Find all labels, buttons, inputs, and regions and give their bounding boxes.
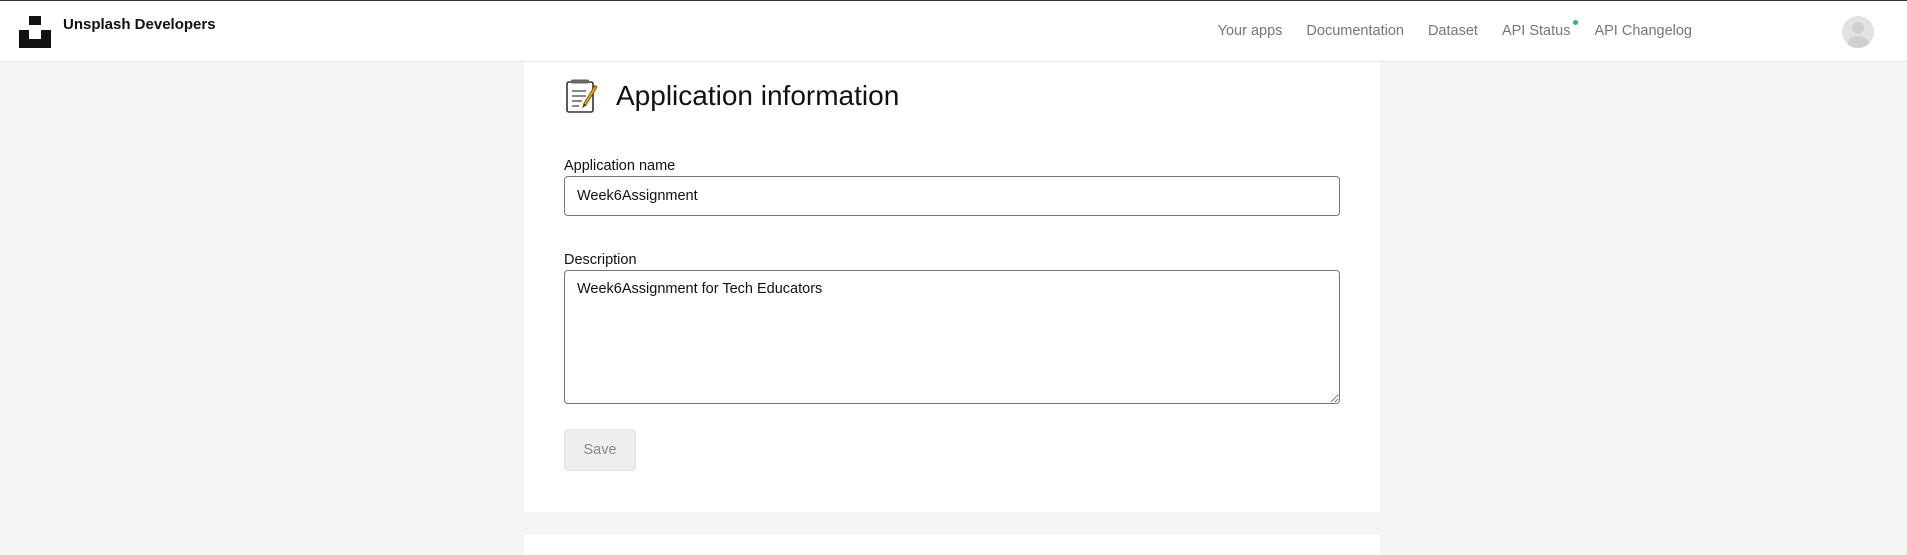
avatar-head-shape: [1852, 22, 1864, 34]
status-indicator-dot: [1573, 20, 1579, 25]
top-header: Unsplash Developers Your apps Documentat…: [0, 0, 1907, 62]
description-label: Description: [564, 252, 637, 268]
user-avatar[interactable]: [1842, 16, 1874, 48]
application-info-card: Application information Application name…: [524, 40, 1380, 512]
app-name-input[interactable]: [564, 176, 1340, 216]
unsplash-logo-icon: [19, 15, 51, 48]
avatar-body-shape: [1847, 36, 1869, 48]
brand-name: Unsplash Developers: [63, 16, 216, 33]
memo-icon: [566, 79, 598, 113]
next-card: [524, 535, 1380, 555]
description-textarea[interactable]: Week6Assignment for Tech Educators: [564, 270, 1340, 404]
app-name-label: Application name: [564, 158, 676, 174]
nav-api-status-label: API Status: [1501, 23, 1571, 39]
nav-documentation[interactable]: Documentation: [1306, 23, 1404, 39]
page-title: Application information: [616, 80, 900, 111]
nav-your-apps[interactable]: Your apps: [1218, 23, 1283, 39]
save-button[interactable]: Save: [564, 429, 636, 471]
brand-link[interactable]: Unsplash Developers: [19, 15, 216, 48]
main-nav: Your apps Documentation Dataset API Stat…: [1218, 20, 1692, 39]
nav-api-status[interactable]: API Status: [1501, 20, 1579, 39]
section-header: Application information: [564, 78, 899, 114]
nav-api-changelog[interactable]: API Changelog: [1594, 23, 1692, 39]
nav-dataset[interactable]: Dataset: [1428, 23, 1478, 39]
